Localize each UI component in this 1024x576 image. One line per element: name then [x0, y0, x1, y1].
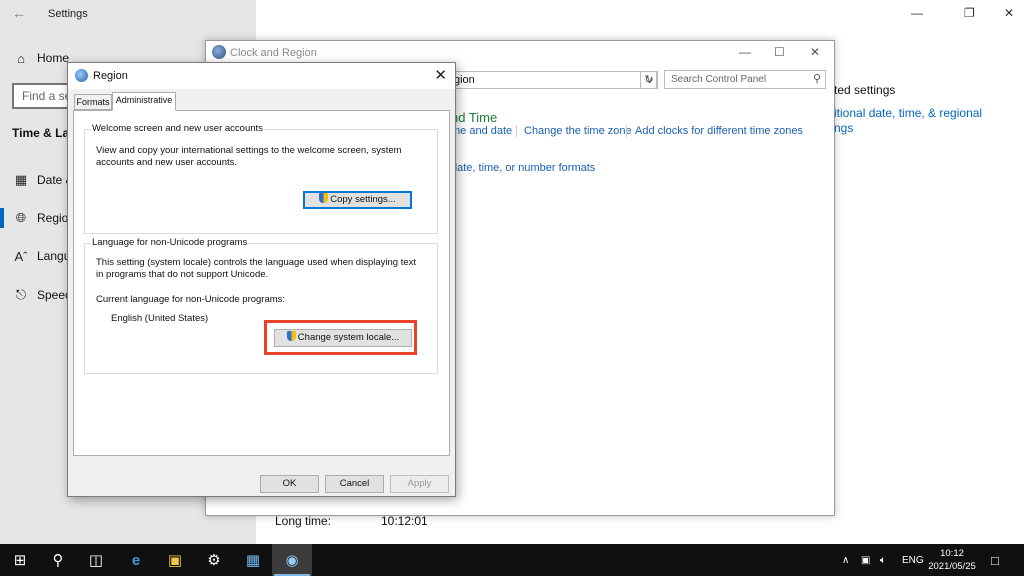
nav-language[interactable]: Aˆ Langu	[12, 245, 71, 267]
welcome-description: View and copy your international setting…	[96, 145, 402, 168]
related-settings-heading: ted settings	[834, 83, 896, 97]
change-formats-link[interactable]: date, time, or number formats	[451, 162, 595, 174]
network-icon[interactable]: ▣	[861, 544, 870, 576]
region-title: Region	[93, 70, 128, 82]
notification-icon[interactable]: □	[991, 544, 999, 576]
region-globe-icon	[75, 69, 88, 82]
minimize-icon[interactable]: —	[911, 6, 923, 20]
cp-minimize-icon[interactable]: —	[739, 45, 751, 59]
highlight-annotation	[264, 320, 417, 355]
server-manager-icon[interactable]: ▦	[233, 544, 273, 576]
administrative-panel: Welcome screen and new user accounts Vie…	[73, 110, 450, 456]
long-time-label: Long time:	[275, 514, 332, 528]
search-placeholder: Search Control Panel	[671, 74, 767, 85]
welcome-screen-group: Welcome screen and new user accounts Vie…	[84, 123, 438, 234]
long-time-value: 10:12:01	[381, 514, 428, 528]
chevron-up-icon[interactable]: ∧	[842, 544, 849, 576]
copy-settings-label: Copy settings...	[330, 194, 396, 205]
welcome-group-label: Welcome screen and new user accounts	[91, 123, 264, 134]
tab-formats[interactable]: Formats	[74, 94, 112, 110]
settings-title: Settings	[48, 8, 88, 20]
file-explorer-icon[interactable]: ▣	[155, 544, 195, 576]
nav-language-label: Langu	[37, 249, 71, 263]
home-icon: ⌂	[17, 50, 25, 66]
non-unicode-description: This setting (system locale) controls th…	[96, 257, 417, 280]
current-language-label: Current language for non-Unicode program…	[96, 294, 286, 305]
nav-speech[interactable]: ⎋ Speec	[12, 284, 71, 306]
back-arrow-icon[interactable]: ←	[12, 5, 26, 21]
ok-button[interactable]: OK	[260, 475, 319, 493]
region-titlebar[interactable]: Region ✕	[68, 63, 455, 89]
region-close-icon[interactable]: ✕	[434, 66, 447, 84]
set-time-date-link[interactable]: me and date	[451, 125, 512, 137]
nav-date-time[interactable]: ▦ Date &	[12, 169, 74, 191]
taskbar-clock[interactable]: 10:12 2021/05/25	[920, 547, 984, 573]
search-icon[interactable]: ⚲	[38, 544, 78, 576]
nav-speech-label: Speec	[37, 288, 72, 302]
tab-administrative[interactable]: Administrative	[112, 92, 176, 111]
task-view-icon[interactable]: ◫	[76, 544, 116, 576]
windows-start-icon[interactable]: ⊞	[0, 544, 40, 576]
globe-icon: 🌐︎	[15, 210, 27, 225]
nav-home-label: Home	[37, 51, 70, 65]
volume-muted-icon[interactable]: 🔈︎	[880, 544, 886, 576]
calendar-icon: ▦	[14, 172, 28, 187]
additional-settings-link-line2: ngs	[834, 121, 854, 135]
restore-icon[interactable]: ❐	[964, 6, 975, 20]
taskbar: ⊞ ⚲ ◫ e ▣ ⚙ ▦ ◉ ∧ ▣ 🔈︎ ENG □	[0, 544, 1024, 576]
date-and-time-category[interactable]: nd Time	[451, 110, 497, 125]
cp-maximize-icon[interactable]: ☐	[774, 45, 785, 59]
refresh-icon[interactable]: ↻	[640, 71, 658, 89]
copy-settings-button[interactable]: Copy settings...	[303, 191, 412, 209]
internet-explorer-icon[interactable]: e	[116, 544, 156, 576]
address-bar[interactable]: gion ∨	[451, 71, 657, 89]
clock-region-icon	[212, 45, 226, 59]
non-unicode-group-label: Language for non-Unicode programs	[91, 237, 249, 248]
settings-gear-icon[interactable]: ⚙	[194, 544, 234, 576]
change-time-zone-link[interactable]: Change the time zone	[524, 125, 632, 137]
nav-home[interactable]: ⌂ Home	[12, 47, 69, 69]
search-icon: ⚲	[812, 73, 821, 85]
address-text: gion	[454, 74, 475, 86]
language-icon: Aˆ	[14, 248, 28, 264]
additional-settings-link-line1: itional date, time, & regional	[834, 106, 983, 120]
apply-button[interactable]: Apply	[390, 475, 449, 493]
link-separator	[626, 125, 627, 137]
clock-time: 10:12	[940, 548, 964, 559]
uac-shield-icon	[319, 193, 329, 203]
add-clocks-link[interactable]: Add clocks for different time zones	[635, 125, 803, 137]
cp-close-icon[interactable]: ✕	[810, 45, 820, 59]
search-control-panel-input[interactable]: Search Control Panel ⚲	[664, 70, 826, 89]
clock-region-title: Clock and Region	[230, 47, 317, 59]
region-dialog: Region ✕ Formats Administrative Welcome …	[67, 62, 456, 497]
control-panel-icon[interactable]: ◉	[272, 544, 312, 576]
additional-settings-link[interactable]: itional date, time, & regional ngs	[834, 106, 1014, 136]
microphone-icon: ⎋	[15, 287, 27, 302]
nav-region[interactable]: 🌐︎ Region	[12, 207, 75, 229]
clock-date: 2021/05/25	[928, 561, 976, 572]
link-separator	[516, 125, 517, 137]
cancel-button[interactable]: Cancel	[325, 475, 384, 493]
close-icon[interactable]: ✕	[1004, 6, 1014, 20]
active-indicator	[0, 208, 4, 228]
